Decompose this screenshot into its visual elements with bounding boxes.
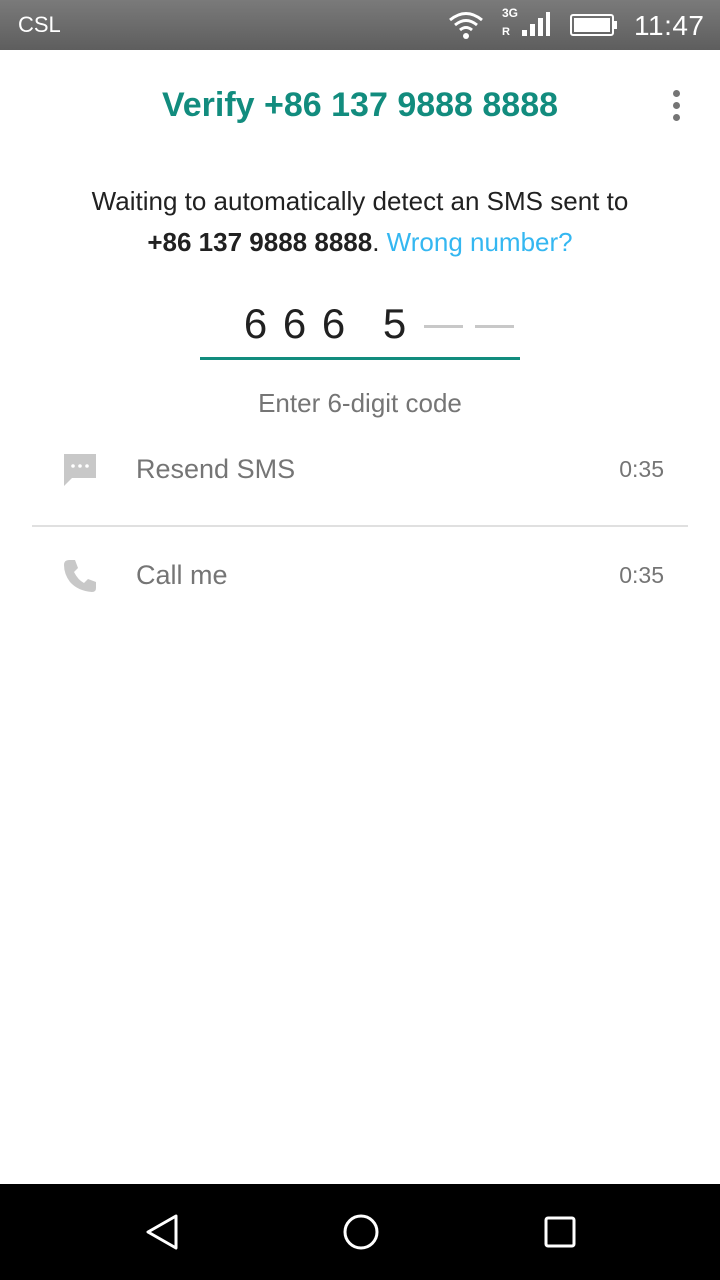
home-icon[interactable] xyxy=(341,1212,381,1252)
back-icon[interactable] xyxy=(142,1212,182,1252)
phone-icon xyxy=(64,560,96,592)
code-digit: 6 xyxy=(282,300,307,347)
call-me-label: Call me xyxy=(136,560,228,590)
more-vert-icon[interactable] xyxy=(662,86,690,126)
resend-sms-label: Resend SMS xyxy=(136,454,296,484)
wrong-number-link[interactable]: Wrong number? xyxy=(387,227,573,257)
description-text: Waiting to automatically detect an SMS s… xyxy=(91,186,629,216)
code-digit: 6 xyxy=(321,300,346,347)
code-digit: 5 xyxy=(382,300,407,347)
resend-sms-row[interactable]: Resend SMS 0:35 xyxy=(32,430,688,510)
signal-icon: 3G R xyxy=(502,6,552,42)
recents-icon[interactable] xyxy=(540,1212,580,1252)
status-bar: CSL 3G R 11:47 xyxy=(0,0,720,50)
code-input[interactable]: 6665 xyxy=(200,296,520,360)
phone-number: +86 137 9888 8888 xyxy=(147,227,373,257)
period: . xyxy=(372,227,380,257)
page-title: Verify +86 137 9888 8888 xyxy=(161,86,559,124)
sms-description: Waiting to automatically detect an SMS s… xyxy=(40,181,680,263)
call-me-row[interactable]: Call me 0:35 xyxy=(32,536,688,616)
sms-icon xyxy=(64,454,96,486)
code-placeholder-dash xyxy=(475,325,514,329)
clock: 11:47 xyxy=(634,10,705,41)
wifi-icon xyxy=(449,12,483,39)
code-digits: 6665 xyxy=(236,300,516,348)
carrier-label: CSL xyxy=(18,12,61,37)
code-digit: 6 xyxy=(243,300,268,347)
code-input-underline xyxy=(200,357,520,360)
roaming-label: R xyxy=(502,26,510,38)
battery-icon xyxy=(570,14,617,36)
code-hint: Enter 6-digit code xyxy=(258,388,462,418)
divider xyxy=(32,525,688,527)
call-me-timer: 0:35 xyxy=(619,562,664,588)
resend-sms-timer: 0:35 xyxy=(619,456,664,482)
navigation-bar xyxy=(0,1184,720,1280)
code-placeholder-dash xyxy=(424,325,463,329)
